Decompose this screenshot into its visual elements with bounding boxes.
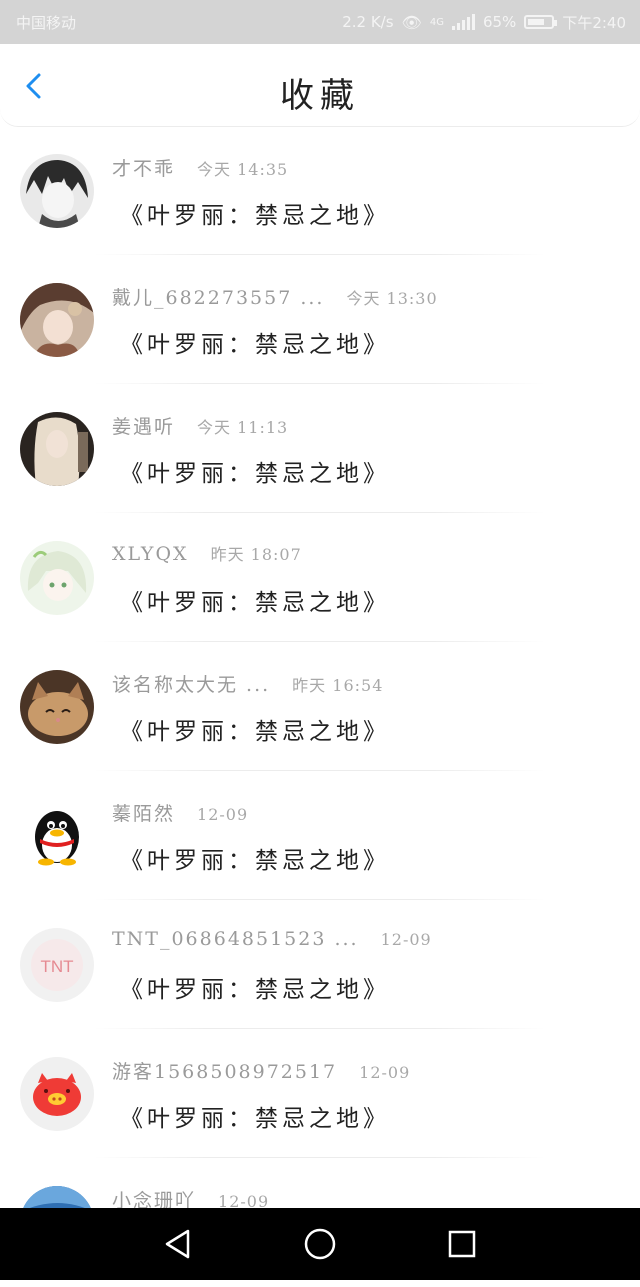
username[interactable]: 该名称太大无 ... — [112, 670, 270, 697]
page-title: 收藏 — [280, 76, 360, 116]
avatar[interactable] — [20, 1057, 94, 1131]
battery-percent: 65% — [482, 13, 517, 31]
signal-icon — [451, 14, 475, 30]
favorites-list[interactable]: 才不乖 今天 14:35 《叶罗丽：禁忌之地》 戴儿_682273557 ...… — [0, 126, 640, 1287]
username[interactable]: 才不乖 — [112, 154, 175, 181]
carrier-label: 中国移动 — [16, 13, 77, 32]
username[interactable]: 姜遇听 — [112, 412, 175, 439]
status-bar: 中国移动 2.2 K/s 👁 4G 65% 下午2:40 — [0, 0, 640, 44]
penguin-icon — [20, 799, 94, 873]
item-meta: 蓁陌然 12-09 — [112, 799, 248, 826]
avatar[interactable] — [20, 154, 94, 228]
list-item[interactable]: 戴儿_682273557 ... 今天 13:30 《叶罗丽：禁忌之地》 — [0, 255, 640, 384]
pig-icon — [20, 1057, 94, 1131]
timestamp: 昨天 16:54 — [292, 676, 384, 695]
username[interactable]: XLYQX — [112, 543, 189, 565]
avatar-image — [20, 541, 94, 615]
username[interactable]: TNT_06864851523 ... — [112, 928, 359, 950]
status-right: 2.2 K/s 👁 4G 65% 下午2:40 — [342, 12, 626, 33]
avatar-image — [20, 154, 94, 228]
nav-home-button[interactable] — [302, 1226, 338, 1262]
navigation-bar — [0, 1208, 640, 1280]
favorite-title[interactable]: 《叶罗丽：禁忌之地》 — [120, 712, 390, 746]
avatar[interactable] — [20, 541, 94, 615]
avatar-image — [20, 283, 94, 357]
item-meta: 戴儿_682273557 ... 今天 13:30 — [112, 283, 438, 310]
favorite-title[interactable]: 《叶罗丽：禁忌之地》 — [120, 454, 390, 488]
item-meta: 才不乖 今天 14:35 — [112, 154, 288, 181]
network-type: 4G — [429, 16, 444, 28]
avatar[interactable] — [20, 412, 94, 486]
avatar[interactable] — [20, 283, 94, 357]
item-meta: 该名称太大无 ... 昨天 16:54 — [112, 670, 383, 697]
recents-square-icon — [448, 1230, 476, 1258]
home-circle-icon — [304, 1228, 336, 1260]
username[interactable]: 戴儿_682273557 ... — [112, 283, 324, 310]
timestamp: 12-09 — [197, 805, 249, 824]
list-item[interactable]: TNT TNT_06864851523 ... 12-09 《叶罗丽：禁忌之地》 — [0, 900, 640, 1029]
favorite-title[interactable]: 《叶罗丽：禁忌之地》 — [120, 196, 390, 230]
avatar-image — [20, 670, 94, 744]
battery-icon — [524, 15, 558, 29]
username[interactable]: 蓁陌然 — [112, 799, 175, 826]
timestamp: 12-09 — [359, 1063, 411, 1082]
item-meta: XLYQX 昨天 18:07 — [112, 541, 302, 565]
item-meta: 姜遇听 今天 11:13 — [112, 412, 288, 439]
timestamp: 12-09 — [380, 930, 432, 949]
list-item[interactable]: 该名称太大无 ... 昨天 16:54 《叶罗丽：禁忌之地》 — [0, 642, 640, 771]
avatar[interactable] — [20, 670, 94, 744]
favorite-title[interactable]: 《叶罗丽：禁忌之地》 — [120, 841, 390, 875]
avatar-image — [20, 412, 94, 486]
back-triangle-icon — [165, 1229, 190, 1259]
nav-recents-button[interactable] — [444, 1226, 480, 1262]
item-meta: TNT_06864851523 ... 12-09 — [112, 928, 432, 950]
item-meta: 游客1568508972517 12-09 — [112, 1057, 410, 1084]
avatar[interactable]: TNT — [20, 928, 94, 1002]
timestamp: 昨天 18:07 — [210, 545, 302, 564]
favorite-title[interactable]: 《叶罗丽：禁忌之地》 — [120, 325, 390, 359]
favorite-title[interactable]: 《叶罗丽：禁忌之地》 — [120, 583, 390, 617]
nav-back-button[interactable] — [160, 1226, 196, 1262]
eye-icon: 👁 — [401, 12, 422, 32]
favorite-title[interactable]: 《叶罗丽：禁忌之地》 — [120, 970, 390, 1004]
list-item[interactable]: 游客1568508972517 12-09 《叶罗丽：禁忌之地》 — [0, 1029, 640, 1158]
timestamp: 今天 13:30 — [346, 289, 438, 308]
header: 收藏 — [0, 44, 640, 127]
timestamp: 今天 11:13 — [197, 418, 289, 437]
avatar[interactable] — [20, 799, 94, 873]
clock: 下午2:40 — [562, 13, 626, 32]
list-item[interactable]: 蓁陌然 12-09 《叶罗丽：禁忌之地》 — [0, 771, 640, 900]
list-item[interactable]: 姜遇听 今天 11:13 《叶罗丽：禁忌之地》 — [0, 384, 640, 513]
list-item[interactable]: 才不乖 今天 14:35 《叶罗丽：禁忌之地》 — [0, 126, 640, 255]
favorite-title[interactable]: 《叶罗丽：禁忌之地》 — [120, 1099, 390, 1133]
network-speed: 2.2 K/s — [342, 13, 394, 31]
avatar-image: TNT — [20, 928, 94, 1002]
svg-text:TNT: TNT — [40, 957, 73, 976]
username[interactable]: 游客1568508972517 — [112, 1057, 337, 1084]
timestamp: 今天 14:35 — [197, 160, 289, 179]
list-item[interactable]: XLYQX 昨天 18:07 《叶罗丽：禁忌之地》 — [0, 513, 640, 642]
